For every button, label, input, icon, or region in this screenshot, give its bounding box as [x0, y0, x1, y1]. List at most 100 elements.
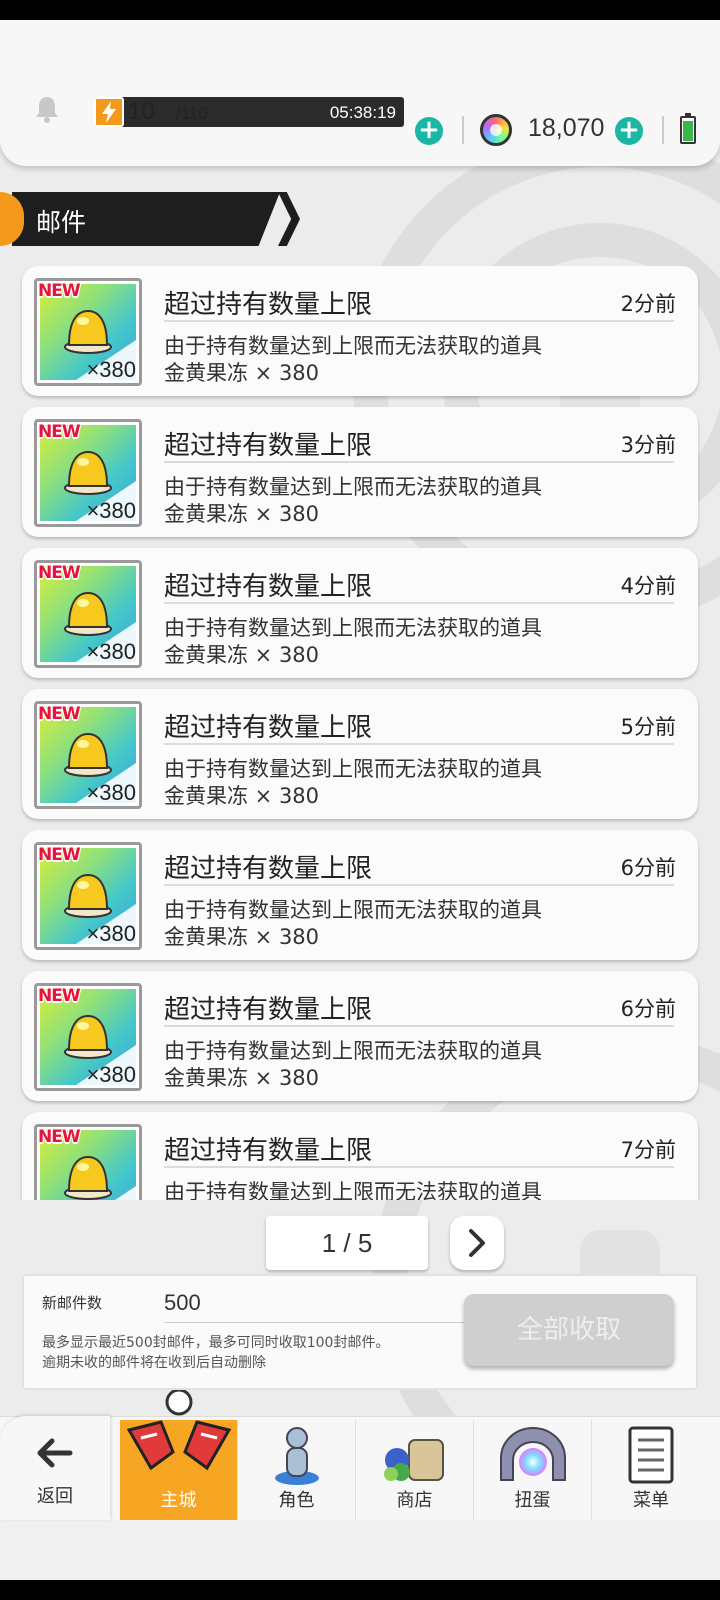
new-badge: NEW	[38, 422, 81, 442]
mail-description: 由于持有数量达到上限而无法获取的道具	[164, 616, 542, 640]
tab-character-label: 角色	[278, 1490, 315, 1511]
mail-reward: 金黄果冻 × 380	[164, 502, 320, 526]
mail-reward: 金黄果冻 × 380	[164, 361, 320, 385]
mail-title: 超过持有数量上限	[164, 290, 373, 320]
mail-reward: 金黄果冻 × 380	[164, 925, 320, 949]
next-page-button[interactable]	[450, 1216, 504, 1270]
stamina-max: /110	[176, 104, 208, 123]
item-quantity: ×380	[86, 639, 136, 664]
mail-time: 5分前	[620, 715, 676, 739]
crab-claw-icon	[126, 1390, 231, 1471]
new-badge: NEW	[38, 563, 81, 583]
mail-description: 由于持有数量达到上限而无法获取的道具	[164, 898, 542, 922]
add-stamina-button[interactable]: +	[415, 117, 443, 145]
divider	[164, 1025, 674, 1027]
mail-title: 超过持有数量上限	[164, 1136, 373, 1166]
mail-description: 由于持有数量达到上限而无法获取的道具	[164, 1180, 542, 1200]
mail-title: 超过持有数量上限	[164, 431, 373, 461]
back-button[interactable]: 返回	[0, 1416, 110, 1520]
page-title: 邮件	[36, 208, 87, 237]
mail-time: 3分前	[620, 433, 676, 457]
item-icon-frame: NEW ×380	[34, 983, 142, 1091]
mail-reward: 金黄果冻 × 380	[164, 784, 320, 808]
arrow-left-icon	[37, 1438, 73, 1468]
mail-description: 由于持有数量达到上限而无法获取的道具	[164, 334, 542, 358]
system-bar	[0, 1580, 720, 1600]
item-icon-frame: NEW ×380	[34, 701, 142, 809]
golden-jelly-icon	[64, 309, 112, 354]
gem-orb-icon	[480, 114, 512, 146]
mail-reward: 金黄果冻 × 380	[164, 1066, 320, 1090]
mail-description: 由于持有数量达到上限而无法获取的道具	[164, 757, 542, 781]
item-icon-frame: NEW ×380	[34, 278, 142, 386]
mail-list[interactable]: NEW ×380 超过持有数量上限 2分前 由于持有数量达到上限而无法获取的道具…	[0, 266, 720, 1200]
stamina-timer: 05:38:19	[329, 103, 396, 122]
tab-character[interactable]: 角色	[238, 1420, 356, 1520]
chevron-right-icon	[469, 1229, 485, 1257]
mail-item[interactable]: NEW ×380 超过持有数量上限 2分前 由于持有数量达到上限而无法获取的道具…	[22, 266, 698, 396]
item-quantity: ×380	[86, 921, 136, 946]
mail-time: 4分前	[620, 574, 676, 598]
mail-title: 超过持有数量上限	[164, 713, 373, 743]
lightning-icon	[94, 97, 124, 127]
tab-main-city[interactable]: 主城	[120, 1390, 238, 1520]
gem-count: 18,070	[528, 114, 605, 142]
tab-menu[interactable]: 菜单	[592, 1420, 710, 1520]
mail-item[interactable]: NEW ×380 超过持有数量上限 3分前 由于持有数量达到上限而无法获取的道具…	[22, 407, 698, 537]
mail-reward: 金黄果冻 × 380	[164, 643, 320, 667]
page-indicator: 1 / 5	[266, 1216, 428, 1270]
mail-time: 2分前	[620, 292, 676, 316]
bell-icon[interactable]	[32, 94, 62, 124]
mail-description: 由于持有数量达到上限而无法获取的道具	[164, 1039, 542, 1063]
mail-item[interactable]: NEW ×380 超过持有数量上限 6分前 由于持有数量达到上限而无法获取的道具…	[22, 830, 698, 960]
tab-gacha-label: 扭蛋	[514, 1490, 551, 1511]
divider	[164, 1166, 674, 1168]
mail-time: 7分前	[620, 1138, 676, 1162]
mail-title: 超过持有数量上限	[164, 572, 373, 602]
bottom-strip	[0, 1520, 720, 1580]
page-title-banner: 邮件	[0, 192, 300, 246]
stamina-current: 10	[128, 98, 155, 125]
new-badge: NEW	[38, 845, 81, 865]
divider	[164, 884, 674, 886]
golden-jelly-icon	[64, 1155, 112, 1200]
claim-all-button[interactable]: 全部收取	[464, 1294, 674, 1366]
stamina-bar: 10 /110 05:38:19	[94, 97, 404, 127]
tab-menu-label: 菜单	[633, 1490, 669, 1511]
new-badge: NEW	[38, 704, 81, 724]
status-bar	[0, 0, 720, 20]
battery-icon	[680, 113, 696, 144]
mail-item[interactable]: NEW ×380 超过持有数量上限 5分前 由于持有数量达到上限而无法获取的道具…	[22, 689, 698, 819]
item-icon-frame: NEW ×380	[34, 419, 142, 527]
info-note: 最多显示最近500封邮件，最多可同时收取100封邮件。	[42, 1335, 390, 1351]
new-badge: NEW	[38, 1127, 81, 1147]
tab-shop-label: 商店	[396, 1490, 433, 1511]
mail-description: 由于持有数量达到上限而无法获取的道具	[164, 475, 542, 499]
mail-time: 6分前	[620, 997, 676, 1021]
mail-time: 6分前	[620, 856, 676, 880]
mail-item[interactable]: NEW ×380 超过持有数量上限 4分前 由于持有数量达到上限而无法获取的道具…	[22, 548, 698, 678]
tab-shop[interactable]: 商店	[356, 1420, 474, 1520]
item-quantity: ×380	[86, 1062, 136, 1087]
shop-bag-icon	[383, 1439, 444, 1481]
mail-info-panel: 新邮件数 500 最多显示最近500封邮件，最多可同时收取100封邮件。 逾期未…	[22, 1274, 698, 1390]
mail-title: 超过持有数量上限	[164, 995, 373, 1025]
mail-item[interactable]: NEW ×380 超过持有数量上限 6分前 由于持有数量达到上限而无法获取的道具…	[22, 971, 698, 1101]
new-badge: NEW	[38, 986, 81, 1006]
item-quantity: ×380	[86, 498, 136, 523]
divider	[164, 602, 674, 604]
menu-list-icon	[628, 1426, 674, 1484]
golden-jelly-icon	[64, 873, 112, 918]
back-label: 返回	[37, 1486, 73, 1507]
mail-title: 超过持有数量上限	[164, 854, 373, 884]
tab-gacha[interactable]: 扭蛋	[474, 1420, 592, 1520]
gacha-machine-icon	[499, 1427, 566, 1481]
new-mail-count: 500	[164, 1290, 201, 1315]
golden-jelly-icon	[64, 732, 112, 777]
add-gems-button[interactable]: +	[615, 117, 643, 145]
mail-item[interactable]: NEW ×380 超过持有数量上限 7分前 由于持有数量达到上限而无法获取的道具…	[22, 1112, 698, 1200]
divider	[164, 320, 674, 322]
divider	[462, 116, 464, 144]
item-quantity: ×380	[86, 780, 136, 805]
item-icon-frame: NEW ×380	[34, 842, 142, 950]
